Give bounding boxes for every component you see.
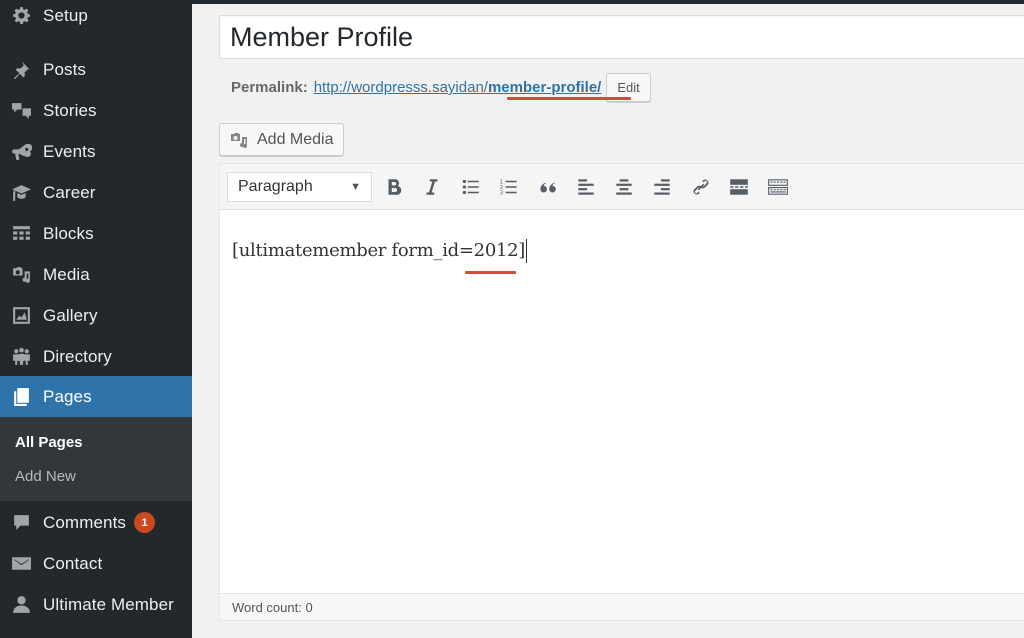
- sidebar-item-ultimate-member[interactable]: Ultimate Member: [0, 584, 192, 625]
- admin-sidebar: Setup Posts Stories Events Career Blocks…: [0, 0, 192, 638]
- envelope-icon: [10, 553, 32, 575]
- content-editor: Paragraph ▼ 123 [ultimatemember form_id=…: [219, 163, 1024, 621]
- sidebar-item-label: Setup: [43, 5, 88, 25]
- comments-count-badge: 1: [134, 512, 155, 533]
- sidebar-item-label: Ultimate Member: [43, 594, 174, 614]
- italic-icon: [426, 179, 438, 195]
- form-id-annotation-underline: [465, 271, 516, 274]
- sidebar-item-label: Media: [43, 264, 90, 284]
- sidebar-item-label: Comments: [43, 512, 126, 532]
- add-media-label: Add Media: [257, 130, 334, 148]
- comment-icon: [10, 512, 32, 534]
- sidebar-item-label: Gallery: [43, 305, 98, 325]
- media-icon: [231, 132, 247, 148]
- bold-button[interactable]: [381, 174, 407, 200]
- gallery-image-icon: [10, 305, 32, 327]
- sidebar-item-media[interactable]: Media: [0, 254, 192, 295]
- pages-icon: [10, 386, 32, 408]
- align-right-button[interactable]: [649, 174, 675, 200]
- toolbar-toggle-button[interactable]: [765, 174, 791, 200]
- blocks-grid-icon: [10, 223, 32, 245]
- align-left-button[interactable]: [573, 174, 599, 200]
- sidebar-item-comments[interactable]: Comments 1: [0, 502, 192, 543]
- sidebar-item-pages[interactable]: Pages: [0, 376, 192, 417]
- align-center-icon: [616, 179, 632, 195]
- sidebar-item-label: Directory: [43, 346, 112, 366]
- sidebar-item-blocks[interactable]: Blocks: [0, 213, 192, 254]
- sidebar-item-label: Career: [43, 182, 96, 202]
- bulleted-list-icon: [462, 179, 479, 195]
- text-cursor: [526, 239, 528, 263]
- media-icon: [10, 264, 32, 286]
- align-left-icon: [578, 179, 594, 195]
- permalink-slug: member-profile/: [487, 79, 602, 96]
- sidebar-item-directory[interactable]: Directory: [0, 336, 192, 377]
- sidebar-item-label: Posts: [43, 59, 87, 79]
- link-icon: [693, 179, 709, 195]
- user-icon: [10, 594, 32, 616]
- format-select[interactable]: Paragraph ▼: [227, 172, 372, 202]
- svg-text:3: 3: [500, 191, 504, 197]
- submenu-all-pages[interactable]: All Pages: [15, 434, 83, 451]
- sidebar-item-label: Contact: [43, 553, 103, 573]
- pages-submenu: All Pages Add New: [0, 417, 192, 501]
- sidebar-item-career[interactable]: Career: [0, 172, 192, 213]
- editor-toolbar: Paragraph ▼ 123: [220, 164, 1024, 210]
- word-count: Word count: 0: [232, 599, 313, 615]
- sidebar-item-gallery[interactable]: Gallery: [0, 295, 192, 336]
- sidebar-item-posts[interactable]: Posts: [0, 49, 192, 90]
- editor-content[interactable]: [ultimatemember form_id=2012]: [232, 239, 528, 263]
- numbered-list-button[interactable]: 123: [496, 174, 522, 200]
- sidebar-item-stories[interactable]: Stories: [0, 90, 192, 131]
- blockquote-button[interactable]: [534, 174, 560, 200]
- megaphone-icon: [10, 141, 32, 163]
- people-group-icon: [10, 346, 32, 368]
- shortcode-text: [ultimatemember form_id=2012]: [232, 240, 526, 261]
- permalink-link[interactable]: http://wordpresss.sayidan/member-profile…: [314, 79, 602, 96]
- add-media-button[interactable]: Add Media: [219, 123, 344, 156]
- insert-link-button[interactable]: [688, 174, 714, 200]
- align-right-icon: [654, 179, 670, 195]
- quote-icon: [540, 182, 556, 193]
- read-more-button[interactable]: [726, 174, 752, 200]
- sidebar-item-label: Stories: [43, 100, 97, 120]
- graduation-cap-icon: [10, 182, 32, 204]
- align-center-button[interactable]: [611, 174, 637, 200]
- submenu-add-new[interactable]: Add New: [15, 468, 76, 485]
- pushpin-icon: [10, 59, 32, 81]
- post-title-input[interactable]: [219, 15, 1024, 59]
- permalink-base-url: http://wordpresss.sayidan/: [313, 79, 488, 96]
- sidebar-item-label: Events: [43, 141, 96, 161]
- permalink-label: Permalink:: [231, 79, 308, 96]
- format-select-value: Paragraph: [238, 178, 313, 195]
- italic-button[interactable]: [419, 174, 445, 200]
- bold-icon: [388, 179, 402, 195]
- sidebar-item-setup[interactable]: Setup: [0, 0, 192, 36]
- sidebar-item-contact[interactable]: Contact: [0, 543, 192, 584]
- sidebar-item-events[interactable]: Events: [0, 131, 192, 172]
- chat-bubbles-icon: [10, 100, 32, 122]
- keyboard-icon: [768, 179, 788, 195]
- slug-annotation-underline: [507, 97, 631, 100]
- chevron-down-icon: ▼: [350, 181, 361, 193]
- numbered-list-icon: 123: [500, 180, 517, 197]
- gear-icon: [10, 5, 32, 27]
- editor-statusbar: Word count: 0 Last e: [220, 593, 1024, 620]
- bulleted-list-button[interactable]: [458, 174, 484, 200]
- sidebar-item-label: Pages: [43, 386, 92, 406]
- read-more-icon: [730, 179, 748, 195]
- sidebar-item-label: Blocks: [43, 223, 94, 243]
